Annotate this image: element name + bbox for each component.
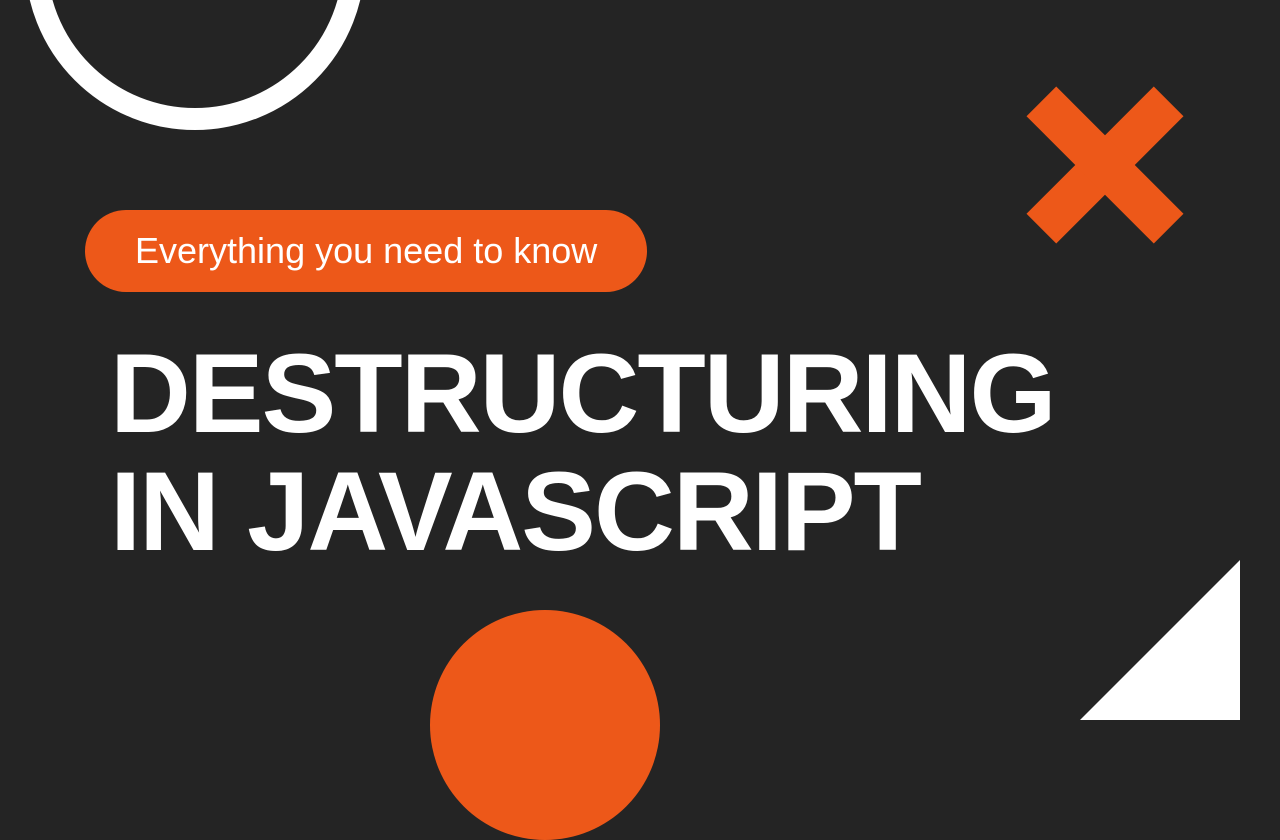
headline-line-1: DESTRUCTURING xyxy=(110,335,1055,453)
subtitle-text: Everything you need to know xyxy=(135,230,597,271)
headline-line-2: IN JAVASCRIPT xyxy=(110,453,1055,571)
semi-circle-shape xyxy=(430,610,660,840)
subtitle-badge: Everything you need to know xyxy=(85,210,647,292)
main-headline: DESTRUCTURING IN JAVASCRIPT xyxy=(110,335,1055,570)
triangle-shape xyxy=(1080,560,1240,720)
x-cross-shape xyxy=(1030,90,1180,240)
circle-outline-shape xyxy=(25,0,365,130)
